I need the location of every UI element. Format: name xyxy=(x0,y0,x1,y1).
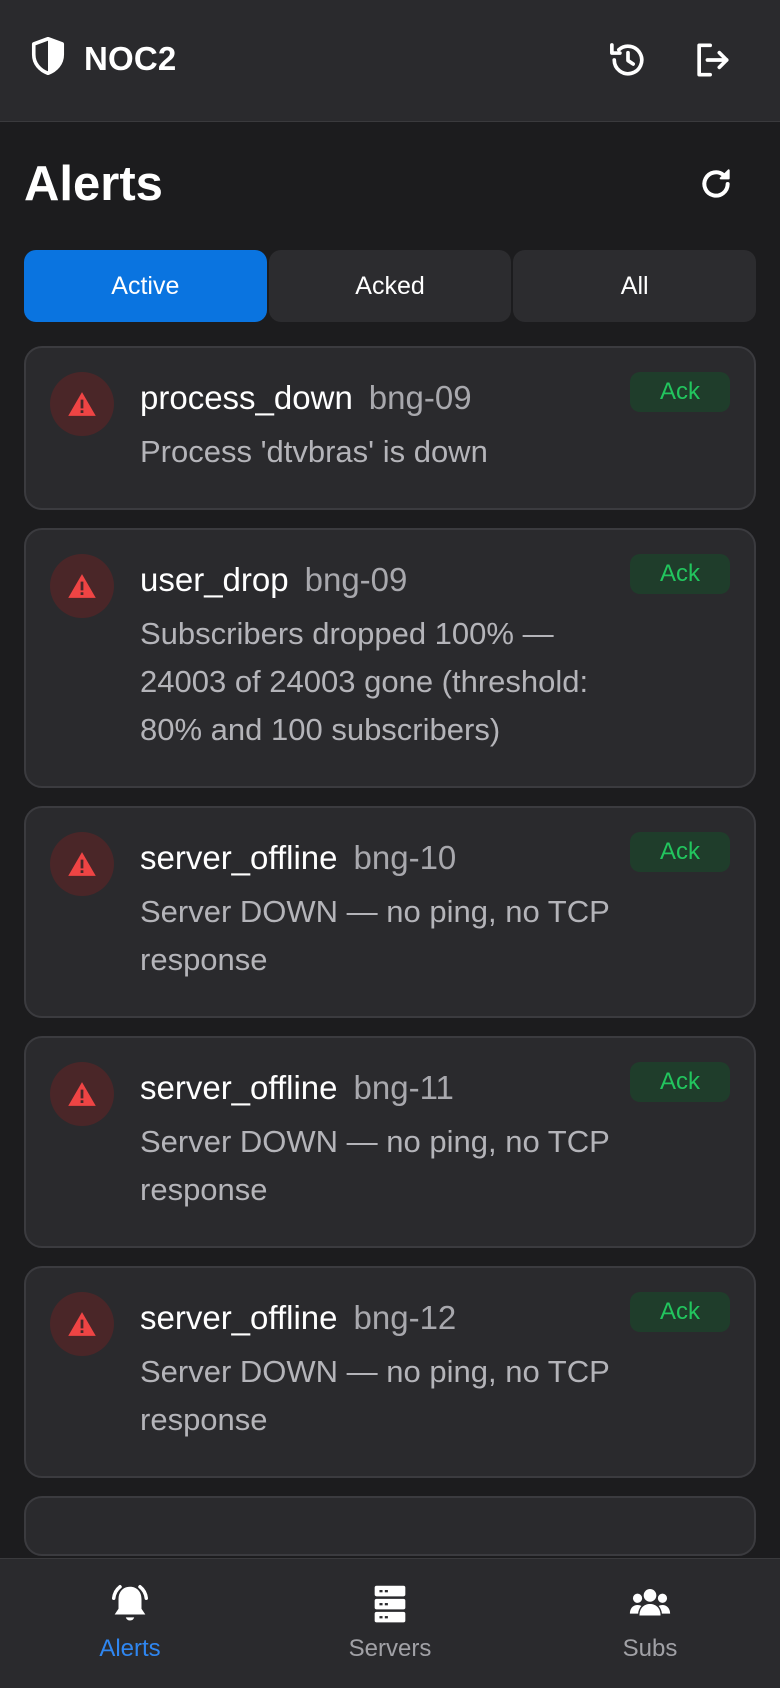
nav-label: Subs xyxy=(622,1635,678,1662)
alert-card[interactable]: user_drop bng-09 Subscribers dropped 100… xyxy=(24,528,756,788)
alert-host: bng-12 xyxy=(353,1299,457,1336)
users-icon xyxy=(629,1589,671,1616)
ack-button[interactable]: Ack xyxy=(630,1062,730,1102)
ack-button[interactable]: Ack xyxy=(630,1292,730,1332)
alert-heading: server_offline bng-10 xyxy=(140,832,644,884)
logout-button[interactable] xyxy=(690,38,734,82)
alert-host: bng-11 xyxy=(353,1069,454,1106)
alert-heading: server_offline bng-11 xyxy=(140,1062,644,1114)
alert-message: Server DOWN — no ping, no TCP response xyxy=(140,1354,610,1437)
alert-card[interactable]: process_down bng-09 Process 'dtvbras' is… xyxy=(24,346,756,510)
alert-message: Server DOWN — no ping, no TCP response xyxy=(140,894,610,977)
alert-type: user_drop xyxy=(140,561,289,598)
alert-host: bng-09 xyxy=(304,561,408,598)
alert-host: bng-09 xyxy=(368,379,472,416)
refresh-button[interactable] xyxy=(696,164,736,204)
alert-message: Subscribers dropped 100% — 24003 of 2400… xyxy=(140,616,589,747)
history-button[interactable] xyxy=(606,38,650,82)
brand: NOC2 xyxy=(30,36,177,81)
warning-triangle-icon xyxy=(50,554,114,618)
warning-triangle-icon xyxy=(50,832,114,896)
ack-button[interactable]: Ack xyxy=(630,554,730,594)
ack-button[interactable]: Ack xyxy=(630,372,730,412)
nav-item-subs[interactable]: Subs xyxy=(570,1581,730,1663)
nav-label: Servers xyxy=(348,1635,432,1662)
alert-card[interactable] xyxy=(24,1496,756,1556)
bottom-nav: Alerts Servers Subs xyxy=(0,1558,780,1688)
alert-list: process_down bng-09 Process 'dtvbras' is… xyxy=(24,346,756,1574)
shield-icon xyxy=(30,36,66,81)
alert-message: Server DOWN — no ping, no TCP response xyxy=(140,1124,610,1207)
alert-type: server_offline xyxy=(140,839,338,876)
alert-heading: process_down bng-09 xyxy=(140,372,644,424)
nav-item-alerts[interactable]: Alerts xyxy=(50,1581,210,1663)
alert-type: process_down xyxy=(140,379,353,416)
alert-type: server_offline xyxy=(140,1299,338,1336)
alert-type: server_offline xyxy=(140,1069,338,1106)
nav-label: Alerts xyxy=(99,1635,161,1662)
history-icon xyxy=(610,43,644,76)
alert-card[interactable]: server_offline bng-11 Server DOWN — no p… xyxy=(24,1036,756,1248)
alert-host: bng-10 xyxy=(353,839,457,876)
refresh-icon xyxy=(702,169,730,198)
brand-name: NOC2 xyxy=(84,39,177,77)
app-root: NOC2 Alerts Active Acked All process_dow… xyxy=(0,0,780,1688)
tab-active[interactable]: Active xyxy=(24,250,267,322)
ack-button[interactable]: Ack xyxy=(630,832,730,872)
alert-card[interactable]: server_offline bng-12 Server DOWN — no p… xyxy=(24,1266,756,1478)
nav-item-servers[interactable]: Servers xyxy=(310,1581,470,1663)
alert-card[interactable]: server_offline bng-10 Server DOWN — no p… xyxy=(24,806,756,1018)
logout-icon xyxy=(697,43,729,77)
page-title: Alerts xyxy=(24,157,163,211)
tab-all[interactable]: All xyxy=(513,250,757,322)
warning-triangle-icon xyxy=(50,1292,114,1356)
alert-heading: user_drop bng-09 xyxy=(140,554,644,606)
alert-message: Process 'dtvbras' is down xyxy=(140,434,488,469)
warning-triangle-icon xyxy=(50,372,114,436)
warning-triangle-icon xyxy=(50,1062,114,1126)
servers-icon xyxy=(374,1585,406,1623)
bell-icon xyxy=(111,1585,149,1621)
tab-acked[interactable]: Acked xyxy=(268,250,512,322)
alert-filter-tabs: Active Acked All xyxy=(24,250,757,322)
top-bar: NOC2 xyxy=(0,0,780,122)
alert-heading: server_offline bng-12 xyxy=(140,1292,644,1344)
